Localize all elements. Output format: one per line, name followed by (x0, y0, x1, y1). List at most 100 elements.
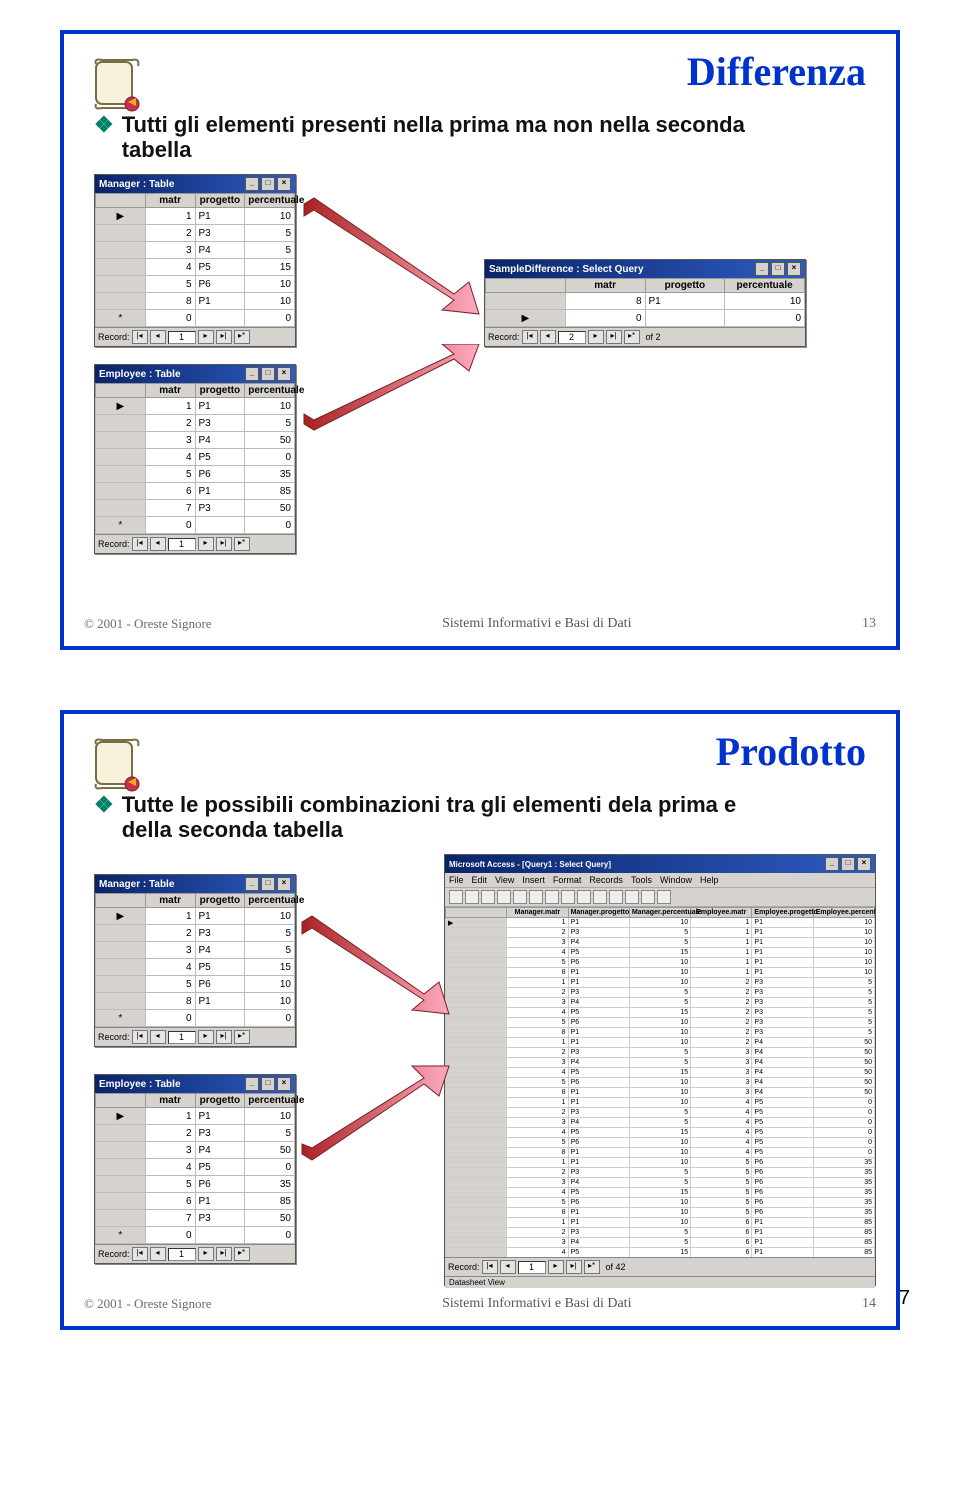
nav-current-input[interactable] (518, 1261, 546, 1274)
minimize-icon[interactable]: _ (755, 262, 769, 276)
nav-prev-icon[interactable]: ◂ (500, 1260, 516, 1274)
nav-first-icon[interactable]: |◂ (132, 1247, 148, 1261)
employee-table-window[interactable]: Employee : Table _ □ × matrprogettoperce… (94, 364, 296, 554)
window-titlebar[interactable]: Employee : Table _ □ × (95, 1075, 295, 1093)
nav-last-icon[interactable]: ▸| (606, 330, 622, 344)
toolbar-button[interactable] (625, 890, 639, 904)
nav-current-input[interactable] (558, 331, 586, 344)
maximize-icon[interactable]: □ (841, 857, 855, 871)
employee-table[interactable]: matrprogettopercentuale▶1P1102P353P4504P… (95, 383, 295, 534)
nav-first-icon[interactable]: |◂ (132, 1030, 148, 1044)
nav-last-icon[interactable]: ▸| (216, 1247, 232, 1261)
nav-prev-icon[interactable]: ◂ (150, 1247, 166, 1261)
toolbar-button[interactable] (545, 890, 559, 904)
minimize-icon[interactable]: _ (245, 877, 259, 891)
toolbar-button[interactable] (593, 890, 607, 904)
toolbar-button[interactable] (481, 890, 495, 904)
toolbar[interactable] (445, 888, 875, 907)
toolbar-button[interactable] (577, 890, 591, 904)
nav-current-input[interactable] (168, 331, 196, 344)
record-navigator[interactable]: Record: |◂ ◂ ▸ ▸| ▸* (95, 327, 295, 346)
manager-table-window[interactable]: Manager : Table _ □ × matrprogettopercen… (94, 174, 296, 347)
menu-item[interactable]: Edit (472, 875, 488, 885)
menu-item[interactable]: View (495, 875, 514, 885)
toolbar-button[interactable] (657, 890, 671, 904)
menu-item[interactable]: Tools (631, 875, 652, 885)
minimize-icon[interactable]: _ (245, 367, 259, 381)
close-icon[interactable]: × (277, 877, 291, 891)
nav-new-icon[interactable]: ▸* (234, 1247, 250, 1261)
nav-prev-icon[interactable]: ◂ (150, 537, 166, 551)
nav-current-input[interactable] (168, 1031, 196, 1044)
record-navigator[interactable]: Record: |◂ ◂ ▸ ▸| ▸* (95, 1027, 295, 1046)
toolbar-button[interactable] (513, 890, 527, 904)
nav-last-icon[interactable]: ▸| (566, 1260, 582, 1274)
menu-item[interactable]: Records (589, 875, 623, 885)
nav-next-icon[interactable]: ▸ (548, 1260, 564, 1274)
employee-table[interactable]: matrprogettopercentuale▶1P1102P353P4504P… (95, 1093, 295, 1244)
nav-next-icon[interactable]: ▸ (198, 537, 214, 551)
menu-item[interactable]: Help (700, 875, 719, 885)
nav-new-icon[interactable]: ▸* (234, 330, 250, 344)
window-titlebar[interactable]: Employee : Table _ □ × (95, 365, 295, 383)
manager-table[interactable]: matrprogettopercentuale▶1P1102P353P454P5… (95, 893, 295, 1027)
nav-first-icon[interactable]: |◂ (132, 537, 148, 551)
menu-item[interactable]: Window (660, 875, 692, 885)
nav-last-icon[interactable]: ▸| (216, 1030, 232, 1044)
manager-table-window[interactable]: Manager : Table _ □ × matrprogettopercen… (94, 874, 296, 1047)
record-navigator[interactable]: Record: |◂ ◂ ▸ ▸| ▸* of 42 (445, 1257, 875, 1276)
result-query-window[interactable]: SampleDifference : Select Query _ □ × ma… (484, 259, 806, 347)
record-navigator[interactable]: Record: |◂ ◂ ▸ ▸| ▸* (95, 534, 295, 553)
minimize-icon[interactable]: _ (245, 1077, 259, 1091)
maximize-icon[interactable]: □ (261, 877, 275, 891)
employee-table-window[interactable]: Employee : Table _ □ × matrprogettoperce… (94, 1074, 296, 1264)
toolbar-button[interactable] (561, 890, 575, 904)
close-icon[interactable]: × (857, 857, 871, 871)
nav-prev-icon[interactable]: ◂ (540, 330, 556, 344)
close-icon[interactable]: × (277, 367, 291, 381)
window-titlebar[interactable]: Microsoft Access - [Query1 : Select Quer… (445, 855, 875, 873)
toolbar-button[interactable] (449, 890, 463, 904)
close-icon[interactable]: × (277, 1077, 291, 1091)
nav-new-icon[interactable]: ▸* (234, 1030, 250, 1044)
nav-next-icon[interactable]: ▸ (198, 1247, 214, 1261)
menu-item[interactable]: Insert (522, 875, 545, 885)
maximize-icon[interactable]: □ (261, 177, 275, 191)
nav-current-input[interactable] (168, 1248, 196, 1261)
nav-first-icon[interactable]: |◂ (482, 1260, 498, 1274)
nav-prev-icon[interactable]: ◂ (150, 330, 166, 344)
nav-current-input[interactable] (168, 538, 196, 551)
toolbar-button[interactable] (465, 890, 479, 904)
nav-prev-icon[interactable]: ◂ (150, 1030, 166, 1044)
record-navigator[interactable]: Record: |◂ ◂ ▸ ▸| ▸* of 2 (485, 327, 805, 346)
window-titlebar[interactable]: SampleDifference : Select Query _ □ × (485, 260, 805, 278)
menubar[interactable]: FileEditViewInsertFormatRecordsToolsWind… (445, 873, 875, 888)
close-icon[interactable]: × (787, 262, 801, 276)
toolbar-button[interactable] (497, 890, 511, 904)
nav-next-icon[interactable]: ▸ (198, 1030, 214, 1044)
nav-next-icon[interactable]: ▸ (198, 330, 214, 344)
toolbar-button[interactable] (609, 890, 623, 904)
toolbar-button[interactable] (529, 890, 543, 904)
maximize-icon[interactable]: □ (771, 262, 785, 276)
result-table[interactable]: matrprogettopercentuale8P110▶00 (485, 278, 805, 327)
nav-last-icon[interactable]: ▸| (216, 537, 232, 551)
nav-first-icon[interactable]: |◂ (132, 330, 148, 344)
product-table[interactable]: Manager.matrManager.progettoManager.perc… (445, 907, 875, 1257)
nav-last-icon[interactable]: ▸| (216, 330, 232, 344)
nav-first-icon[interactable]: |◂ (522, 330, 538, 344)
nav-next-icon[interactable]: ▸ (588, 330, 604, 344)
maximize-icon[interactable]: □ (261, 367, 275, 381)
record-navigator[interactable]: Record: |◂ ◂ ▸ ▸| ▸* (95, 1244, 295, 1263)
nav-new-icon[interactable]: ▸* (624, 330, 640, 344)
minimize-icon[interactable]: _ (825, 857, 839, 871)
window-titlebar[interactable]: Manager : Table _ □ × (95, 875, 295, 893)
maximize-icon[interactable]: □ (261, 1077, 275, 1091)
minimize-icon[interactable]: _ (245, 177, 259, 191)
window-titlebar[interactable]: Manager : Table _ □ × (95, 175, 295, 193)
menu-item[interactable]: Format (553, 875, 582, 885)
toolbar-button[interactable] (641, 890, 655, 904)
nav-new-icon[interactable]: ▸* (584, 1260, 600, 1274)
close-icon[interactable]: × (277, 177, 291, 191)
nav-new-icon[interactable]: ▸* (234, 537, 250, 551)
